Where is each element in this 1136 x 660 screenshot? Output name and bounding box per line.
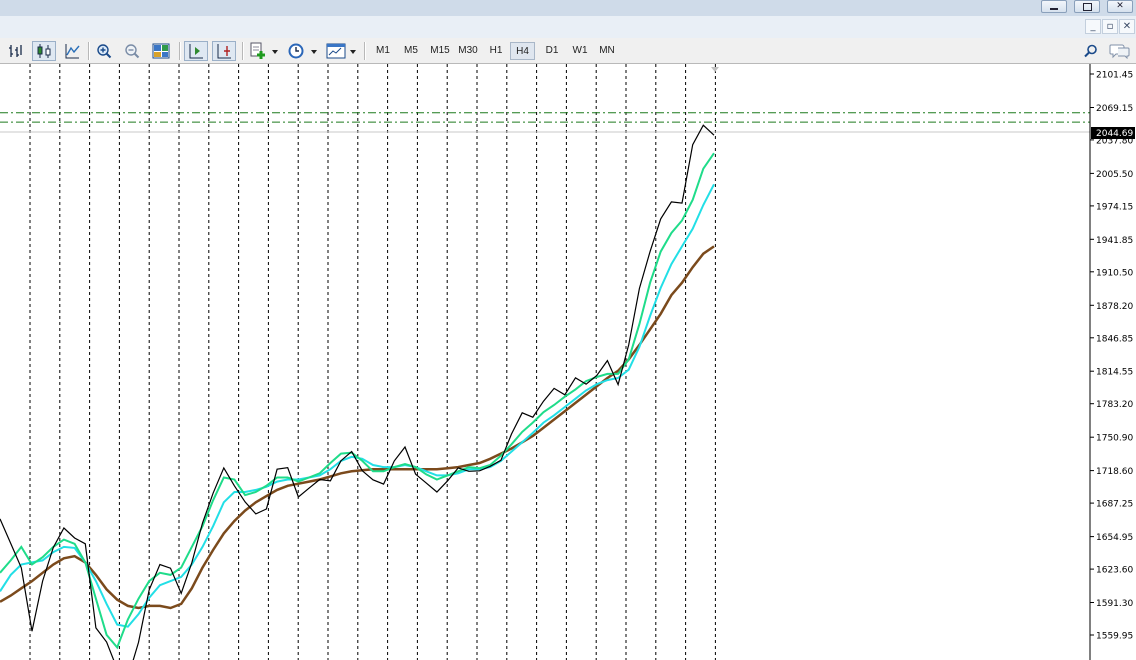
timeframe-m15[interactable]: M15 bbox=[427, 42, 453, 60]
price-tick-label: 1846.85 bbox=[1096, 334, 1133, 344]
window-close-button[interactable]: ✕ bbox=[1107, 0, 1133, 13]
timeframe-mn[interactable]: MN bbox=[595, 42, 619, 60]
chart-shift-icon[interactable] bbox=[184, 41, 208, 61]
timeframe-m1[interactable]: M1 bbox=[373, 42, 393, 60]
chart-restore-button[interactable]: ▫ bbox=[1102, 19, 1118, 34]
current-price-label: 2044.69 bbox=[1091, 127, 1135, 139]
price-tick-label: 1687.25 bbox=[1096, 500, 1133, 510]
candlestick-icon[interactable] bbox=[32, 41, 56, 61]
window-restore-button[interactable] bbox=[1074, 0, 1100, 13]
window-title-bar: ✕ bbox=[0, 0, 1136, 16]
timeframe-m30[interactable]: M30 bbox=[455, 42, 481, 60]
price-tick-label: 2101.45 bbox=[1096, 71, 1133, 81]
price-tick-label: 1623.60 bbox=[1096, 566, 1133, 576]
price-tick-label: 1591.30 bbox=[1096, 599, 1133, 609]
timeframe-h1[interactable]: H1 bbox=[485, 42, 507, 60]
price-tick-label: 1783.20 bbox=[1096, 400, 1133, 410]
price-tick-label: 1878.20 bbox=[1096, 302, 1133, 312]
chart-close-button[interactable]: ✕ bbox=[1119, 19, 1135, 34]
price-tick-label: 1718.60 bbox=[1096, 467, 1133, 477]
price-tick-label: 1559.95 bbox=[1096, 632, 1133, 642]
periods-clock-icon[interactable] bbox=[285, 41, 307, 61]
search-icon[interactable] bbox=[1082, 41, 1100, 61]
price-tick-label: 1750.90 bbox=[1096, 434, 1133, 444]
timeframe-w1[interactable]: W1 bbox=[569, 42, 591, 60]
price-tick-label: 1941.85 bbox=[1096, 236, 1133, 246]
templates-icon[interactable] bbox=[324, 41, 348, 61]
price-chart[interactable]: 2101.452069.152037.802005.501974.151941.… bbox=[0, 64, 1136, 660]
zoom-in-icon[interactable] bbox=[94, 41, 114, 61]
price-tick-label: 1910.50 bbox=[1096, 268, 1133, 278]
chart-toolbar: M1 M5 M15 M30 H1 H4 D1 W1 MN bbox=[0, 38, 1136, 64]
window-minimize-button[interactable] bbox=[1041, 0, 1067, 13]
price-tick-label: 2069.15 bbox=[1096, 104, 1133, 114]
autoscroll-icon[interactable] bbox=[212, 41, 236, 61]
timeframe-m5[interactable]: M5 bbox=[400, 42, 422, 60]
current-price-text: 2044.69 bbox=[1096, 129, 1133, 139]
line-chart-icon[interactable] bbox=[62, 41, 82, 61]
chat-icon[interactable] bbox=[1108, 41, 1132, 61]
timeframe-d1[interactable]: D1 bbox=[541, 42, 563, 60]
chart-window-bar: _ ▫ ✕ bbox=[0, 16, 1136, 38]
price-tick-label: 1814.55 bbox=[1096, 368, 1133, 378]
price-tick-label: 1654.95 bbox=[1096, 533, 1133, 543]
indicators-icon[interactable] bbox=[247, 41, 269, 61]
chart-minimize-button[interactable]: _ bbox=[1085, 19, 1101, 34]
zoom-out-icon[interactable] bbox=[122, 41, 142, 61]
timeframe-h4[interactable]: H4 bbox=[510, 42, 535, 60]
bar-chart-icon[interactable] bbox=[6, 41, 26, 61]
price-tick-label: 1974.15 bbox=[1096, 202, 1133, 212]
tile-windows-icon[interactable] bbox=[150, 41, 172, 61]
price-tick-label: 2005.50 bbox=[1096, 170, 1133, 180]
